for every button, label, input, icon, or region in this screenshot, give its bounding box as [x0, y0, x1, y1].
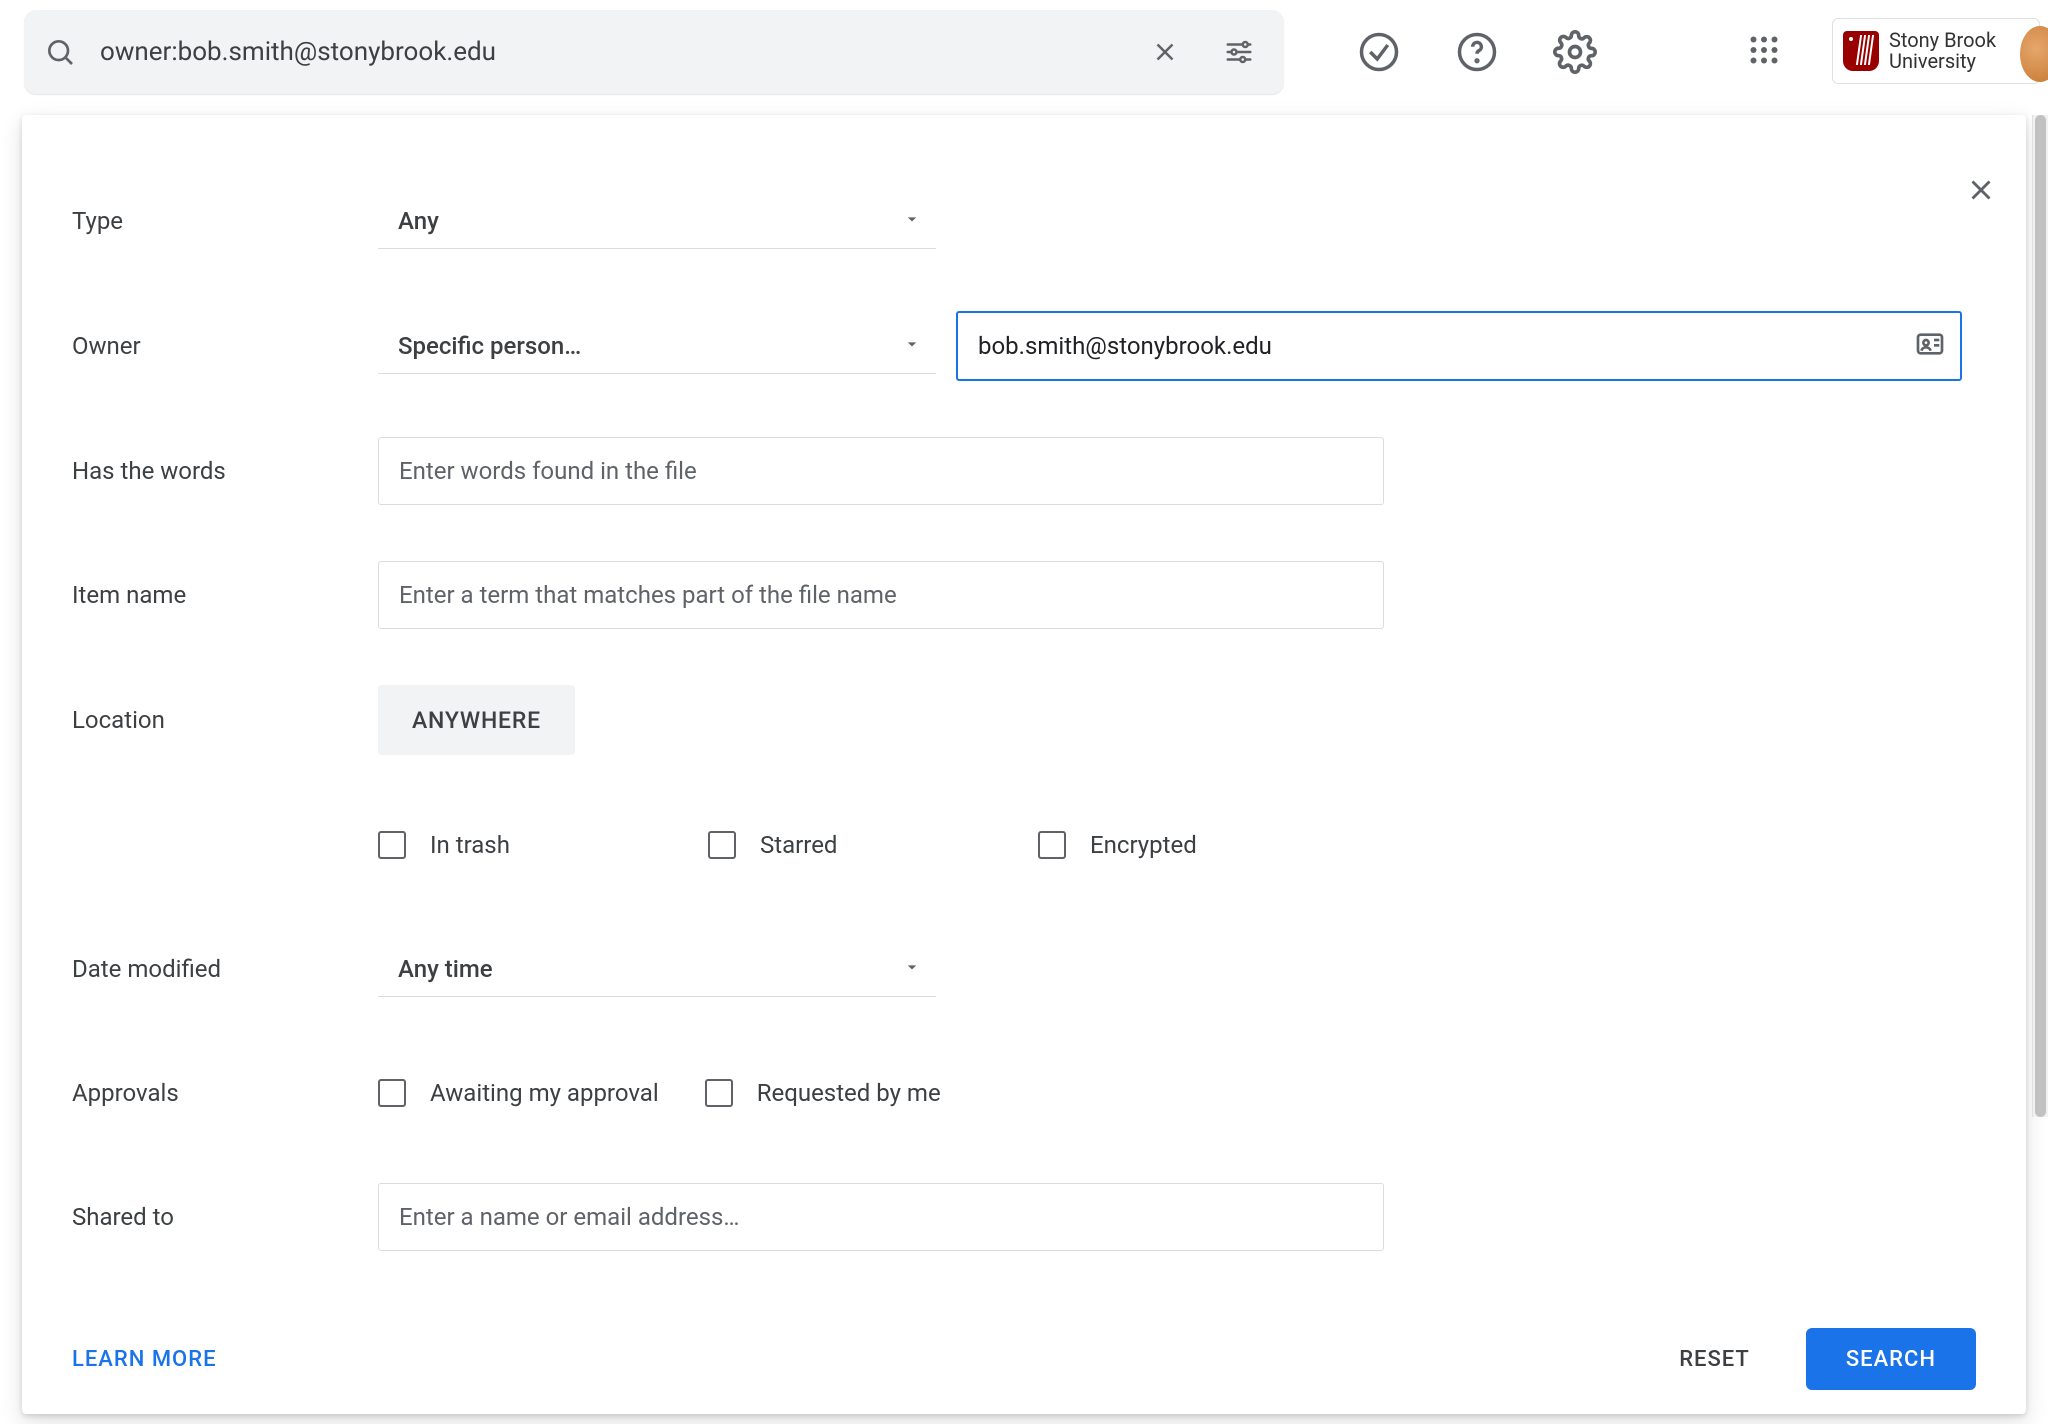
- brand-line1: Stony Brook: [1889, 30, 1996, 51]
- search-bar: [24, 10, 1284, 94]
- awaiting-approval-checkbox[interactable]: Awaiting my approval: [378, 1079, 659, 1107]
- chevron-down-icon: [902, 209, 922, 233]
- header-actions: [1356, 10, 1598, 94]
- has-words-input[interactable]: [378, 437, 1384, 505]
- in-trash-label: In trash: [430, 831, 510, 859]
- help-icon[interactable]: [1454, 29, 1500, 75]
- encrypted-checkbox[interactable]: Encrypted: [1038, 831, 1197, 859]
- advanced-search-panel: Type Any Owner Specific person…: [22, 115, 2026, 1414]
- settings-icon[interactable]: [1552, 29, 1598, 75]
- location-chip[interactable]: ANYWHERE: [378, 685, 575, 755]
- brand-line2: University: [1889, 51, 1996, 72]
- date-modified-value: Any time: [398, 955, 493, 983]
- starred-checkbox[interactable]: Starred: [708, 831, 1038, 859]
- approvals-label: Approvals: [72, 1079, 378, 1107]
- item-name-input[interactable]: [378, 561, 1384, 629]
- type-label: Type: [72, 207, 378, 235]
- brand-shield-icon: [1843, 31, 1879, 71]
- search-options-icon[interactable]: [1214, 27, 1264, 77]
- requested-by-me-checkbox[interactable]: Requested by me: [705, 1079, 941, 1107]
- owner-label: Owner: [72, 332, 378, 360]
- in-trash-checkbox[interactable]: In trash: [378, 831, 708, 859]
- org-brand-badge[interactable]: Stony Brook University: [1832, 18, 2040, 84]
- offline-ready-icon[interactable]: [1356, 29, 1402, 75]
- chevron-down-icon: [902, 957, 922, 981]
- search-icon[interactable]: [44, 36, 76, 68]
- owner-dropdown[interactable]: Specific person…: [378, 318, 936, 374]
- learn-more-link[interactable]: LEARN MORE: [72, 1347, 217, 1372]
- encrypted-label: Encrypted: [1090, 831, 1197, 859]
- date-modified-label: Date modified: [72, 955, 378, 983]
- search-input[interactable]: [100, 37, 1116, 67]
- requested-by-me-label: Requested by me: [757, 1079, 941, 1107]
- type-dropdown[interactable]: Any: [378, 193, 936, 249]
- owner-dropdown-value: Specific person…: [398, 332, 581, 360]
- awaiting-approval-label: Awaiting my approval: [430, 1079, 659, 1107]
- chevron-down-icon: [902, 334, 922, 358]
- has-words-label: Has the words: [72, 457, 378, 485]
- date-modified-dropdown[interactable]: Any time: [378, 941, 936, 997]
- panel-scrollbar[interactable]: [2032, 115, 2048, 1117]
- reset-button[interactable]: RESET: [1679, 1347, 1750, 1372]
- clear-search-button[interactable]: [1140, 27, 1190, 77]
- owner-email-input[interactable]: [956, 311, 1962, 381]
- location-label: Location: [72, 706, 378, 734]
- search-button[interactable]: SEARCH: [1806, 1328, 1976, 1390]
- starred-label: Starred: [760, 831, 837, 859]
- type-dropdown-value: Any: [398, 207, 439, 235]
- apps-grid-icon[interactable]: [1746, 32, 1782, 72]
- shared-to-input[interactable]: [378, 1183, 1384, 1251]
- item-name-label: Item name: [72, 581, 378, 609]
- contact-card-icon[interactable]: [1914, 328, 1946, 364]
- close-panel-button[interactable]: [1956, 165, 2006, 219]
- shared-to-label: Shared to: [72, 1203, 378, 1231]
